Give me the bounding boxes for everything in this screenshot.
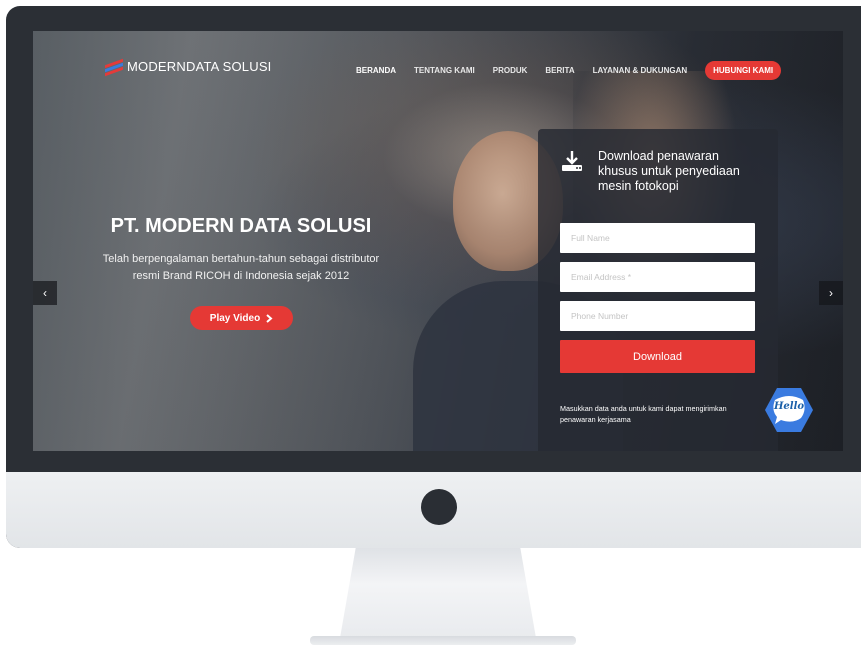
download-button[interactable]: Download	[560, 340, 755, 373]
hero-subtitle-line: Telah berpengalaman bertahun-tahun sebag…	[102, 253, 380, 265]
monitor-logo-dot	[421, 489, 457, 525]
form-note-line: Masukkan data anda untuk kami dapat meng…	[560, 404, 727, 413]
nav-item-produk[interactable]: PRODUK	[493, 66, 528, 75]
chat-widget-label: Hello	[773, 401, 805, 412]
play-video-button[interactable]: Play Video	[190, 306, 293, 330]
chevron-left-icon: ‹	[43, 286, 47, 300]
form-header: Download penawaran khusus untuk penyedia…	[560, 149, 758, 194]
nav-item-tentang-kami[interactable]: TENTANG KAMI	[414, 66, 475, 75]
play-video-label: Play Video	[209, 312, 261, 324]
form-title-line: Download penawaran	[598, 149, 719, 163]
website-screen: MODERNDATA SOLUSI BERANDA TENTANG KAMI P…	[33, 31, 843, 451]
site-logo[interactable]: MODERNDATA SOLUSI	[105, 58, 272, 76]
nav-item-layanan-dukungan[interactable]: LAYANAN & DUKUNGAN	[593, 66, 688, 75]
form-note-line: penawaran kerjasama	[560, 415, 631, 424]
form-title: Download penawaran khusus untuk penyedia…	[598, 149, 758, 194]
form-title-line: khusus untuk penyediaan	[598, 164, 740, 178]
slider-next-button[interactable]: ›	[819, 281, 843, 305]
monitor-base	[310, 636, 576, 645]
logo-text: MODERNDATA SOLUSI	[127, 59, 272, 74]
form-note: Masukkan data anda untuk kami dapat meng…	[560, 403, 760, 425]
nav-item-berita[interactable]: BERITA	[545, 66, 574, 75]
email-input[interactable]	[560, 262, 755, 292]
hero-subtitle-line: resmi Brand RICOH di Indonesia sejak 201…	[132, 270, 350, 282]
monitor-stand	[340, 548, 536, 638]
logo-mark-icon	[105, 58, 123, 76]
download-icon	[560, 149, 584, 173]
hero-title: PT. MODERN DATA SOLUSI	[110, 215, 372, 237]
chat-widget-button[interactable]: Hello	[763, 386, 815, 434]
chevron-right-icon	[266, 313, 273, 323]
slider-prev-button[interactable]: ‹	[33, 281, 57, 305]
chevron-right-icon: ›	[829, 286, 833, 300]
full-name-input[interactable]	[560, 223, 755, 253]
contact-us-button[interactable]: HUBUNGI KAMI	[705, 61, 782, 80]
main-navigation: BERANDA TENTANG KAMI PRODUK BERITA LAYAN…	[356, 61, 782, 80]
nav-item-beranda[interactable]: BERANDA	[356, 66, 396, 75]
form-title-line: mesin fotokopi	[598, 179, 679, 193]
download-offer-form: Download penawaran khusus untuk penyedia…	[538, 129, 778, 451]
hero-subtitle: Telah berpengalaman bertahun-tahun sebag…	[83, 251, 399, 285]
phone-input[interactable]	[560, 301, 755, 331]
